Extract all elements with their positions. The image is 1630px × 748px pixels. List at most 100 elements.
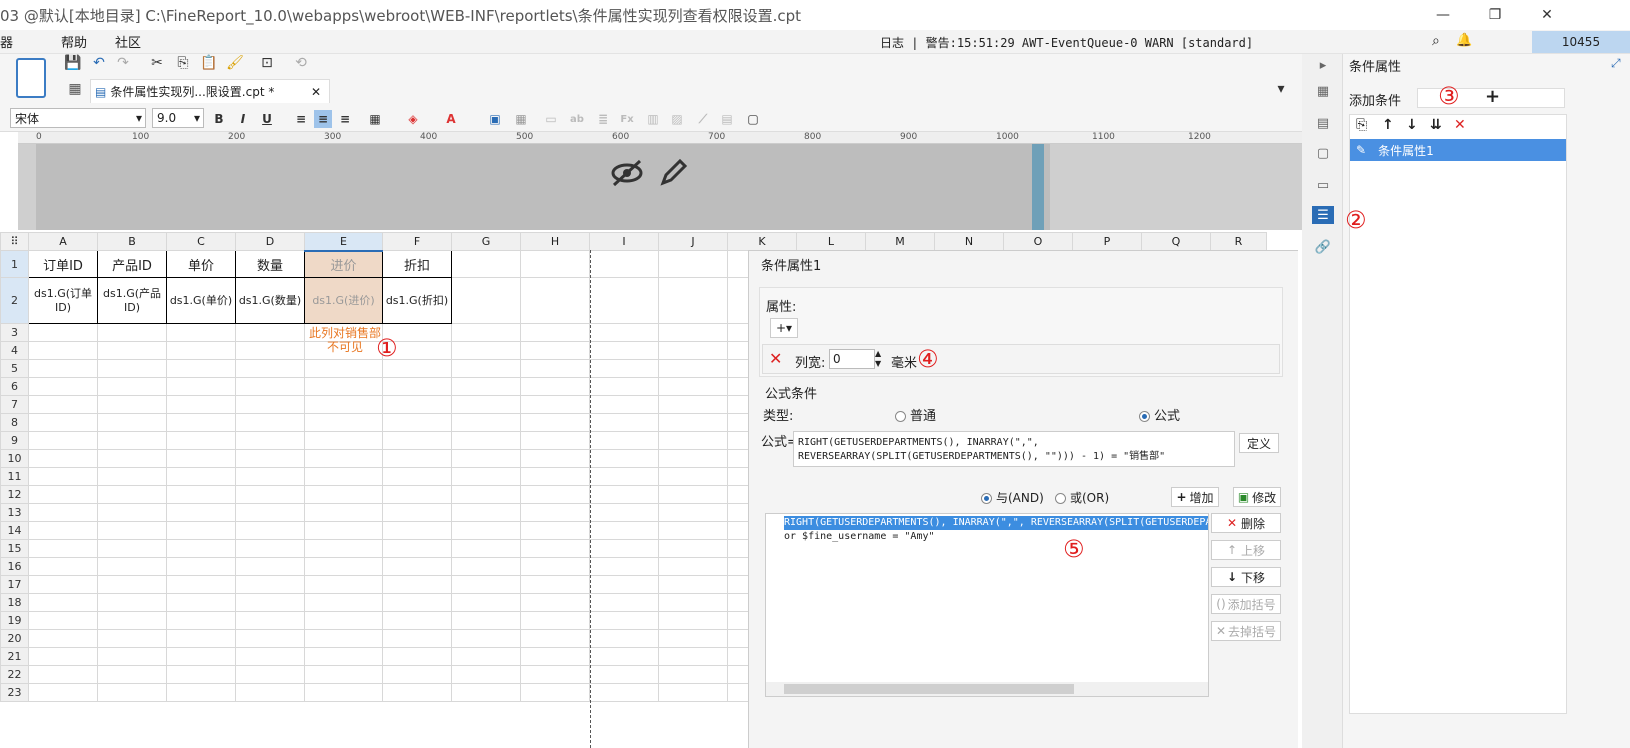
cell[interactable]: 订单ID [28, 250, 98, 278]
cell[interactable] [382, 431, 452, 450]
cell[interactable] [520, 575, 590, 594]
cell[interactable] [382, 665, 452, 684]
insert-icon-3[interactable]: ≣ [594, 110, 612, 128]
cell[interactable] [97, 323, 167, 342]
cell[interactable] [589, 323, 659, 342]
redo-icon[interactable]: ↷ [114, 54, 132, 72]
cell[interactable] [304, 539, 383, 558]
insert-icon-1[interactable]: ▭ [542, 110, 560, 128]
cell[interactable] [235, 485, 305, 504]
condition-item[interactable]: ✎ 条件属性1 [1350, 139, 1566, 161]
row-header[interactable]: 8 [0, 413, 29, 432]
column-header[interactable]: K [727, 232, 797, 251]
cell[interactable] [235, 377, 305, 396]
cell[interactable] [658, 485, 728, 504]
paste-icon[interactable]: 📋 [200, 54, 218, 72]
cut-icon[interactable]: ✂ [148, 54, 166, 72]
menu-item-community[interactable]: 社区 [115, 32, 141, 51]
column-header[interactable]: C [166, 232, 236, 251]
cell[interactable] [589, 431, 659, 450]
grid-icon[interactable]: ▦ [66, 80, 84, 98]
tab-close-icon[interactable]: ✕ [311, 85, 321, 99]
condition-list-box[interactable]: RIGHT(GETUSERDEPARTMENTS(), INARRAY(",",… [765, 513, 1209, 697]
cell[interactable] [28, 575, 98, 594]
row-header[interactable]: 16 [0, 557, 29, 576]
define-button[interactable]: 定义 [1239, 433, 1279, 453]
tab-template[interactable]: ▤ 条件属性实现列...限设置.cpt * ✕ [90, 79, 330, 103]
cell[interactable] [235, 665, 305, 684]
cell[interactable] [658, 665, 728, 684]
cell[interactable] [382, 575, 452, 594]
cell[interactable] [451, 683, 521, 702]
cell[interactable] [658, 611, 728, 630]
cell[interactable] [235, 611, 305, 630]
cell[interactable] [166, 611, 236, 630]
cell[interactable] [166, 521, 236, 540]
column-header[interactable]: H [520, 232, 590, 251]
row-header[interactable]: 19 [0, 611, 29, 630]
cell[interactable] [166, 593, 236, 612]
cell[interactable] [589, 449, 659, 468]
cell[interactable] [304, 665, 383, 684]
column-header[interactable]: A [28, 232, 98, 251]
copy-icon[interactable]: ⎘ [1356, 117, 1367, 133]
cell[interactable] [97, 359, 167, 378]
cell[interactable] [451, 503, 521, 522]
sub-report-icon[interactable]: ▤ [718, 110, 736, 128]
cell[interactable] [658, 413, 728, 432]
cell[interactable] [28, 539, 98, 558]
cell[interactable] [28, 377, 98, 396]
collapse-icon[interactable]: ▸ [1314, 56, 1332, 74]
cell[interactable] [97, 503, 167, 522]
cell[interactable] [304, 503, 383, 522]
cell[interactable]: 进价 [304, 250, 383, 278]
cell[interactable] [304, 629, 383, 648]
cell[interactable] [589, 467, 659, 486]
cell[interactable] [304, 449, 383, 468]
preview-icon[interactable]: ⊡ [258, 54, 276, 72]
align-left-icon[interactable]: ≡ [292, 110, 310, 128]
cell[interactable] [451, 413, 521, 432]
row-header[interactable]: 1 [0, 250, 29, 278]
cell[interactable] [28, 341, 98, 360]
column-header[interactable]: B [97, 232, 167, 251]
corner-cell[interactable]: ⠿ [0, 232, 29, 251]
cell[interactable] [520, 647, 590, 666]
cell[interactable] [658, 539, 728, 558]
cell[interactable] [97, 413, 167, 432]
cell[interactable] [166, 503, 236, 522]
cell[interactable] [28, 467, 98, 486]
cell[interactable] [451, 593, 521, 612]
cell[interactable]: 单价 [166, 250, 236, 278]
bold-button[interactable]: B [210, 110, 228, 128]
row-header[interactable]: 9 [0, 431, 29, 450]
cell[interactable] [166, 665, 236, 684]
search-icon[interactable]: ⌕ [1432, 33, 1440, 49]
cell[interactable] [304, 647, 383, 666]
cell[interactable] [520, 359, 590, 378]
cell[interactable] [304, 485, 383, 504]
cell[interactable]: ds1.G(产品ID) [97, 277, 167, 324]
cell[interactable] [235, 467, 305, 486]
cell[interactable] [589, 593, 659, 612]
cell[interactable] [520, 557, 590, 576]
cell[interactable] [382, 593, 452, 612]
column-header[interactable]: E [304, 232, 383, 252]
cell[interactable] [97, 341, 167, 360]
cell[interactable] [235, 449, 305, 468]
cell[interactable] [97, 485, 167, 504]
cell[interactable] [382, 467, 452, 486]
cell[interactable] [97, 395, 167, 414]
column-header[interactable]: Q [1141, 232, 1211, 251]
underline-button[interactable]: U [258, 110, 276, 128]
cell[interactable] [97, 683, 167, 702]
hidden-eye-icon[interactable] [610, 158, 644, 195]
row-header[interactable]: 21 [0, 647, 29, 666]
column-header[interactable]: R [1210, 232, 1267, 251]
row-header[interactable]: 15 [0, 539, 29, 558]
move-up-icon[interactable]: ↑ [1382, 117, 1394, 133]
cell[interactable] [658, 647, 728, 666]
cell[interactable]: ds1.G(进价) [304, 277, 383, 324]
cell[interactable] [304, 467, 383, 486]
cell[interactable] [520, 521, 590, 540]
